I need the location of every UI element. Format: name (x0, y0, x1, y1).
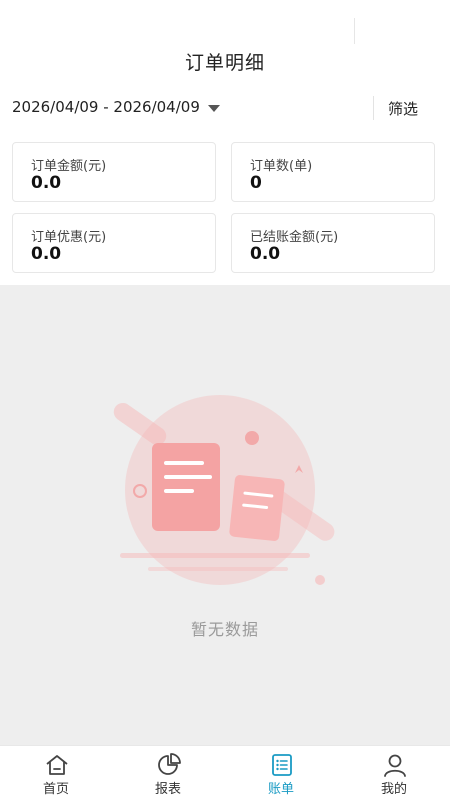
stat-label: 订单数(单) (250, 159, 313, 174)
stat-label: 已结账金额(元) (250, 230, 339, 245)
empty-state: 暂无数据 (0, 285, 450, 745)
tab-label: 我的 (380, 782, 407, 797)
stat-card-order-amount: 订单金额(元) 0.0 (12, 142, 216, 202)
filter-bar: 2026/04/09 - 2026/04/09 筛选 (0, 94, 450, 124)
tab-mine[interactable]: 我的 (338, 746, 450, 801)
stat-card-order-discount: 订单优惠(元) 0.0 (12, 213, 216, 273)
stat-value: 0.0 (31, 244, 62, 264)
home-icon (46, 755, 68, 775)
caret-down-icon (207, 104, 220, 112)
stat-label: 订单金额(元) (31, 159, 107, 174)
tab-bar: 首页 报表 账单 我的 (0, 745, 450, 800)
stat-value: 0 (250, 173, 262, 193)
stat-value: 0.0 (31, 173, 62, 193)
pie-chart-icon (158, 753, 181, 775)
empty-illustration (113, 395, 335, 585)
user-icon (384, 754, 406, 777)
date-range-text: 2026/04/09 - 2026/04/09 (12, 98, 200, 116)
tab-label: 报表 (154, 782, 181, 797)
tab-home[interactable]: 首页 (0, 746, 112, 801)
page-title: 订单明细 (184, 52, 265, 74)
stat-label: 订单优惠(元) (31, 230, 107, 245)
status-divider (354, 18, 355, 44)
tab-label: 账单 (267, 782, 294, 797)
stat-card-settled-amount: 已结账金额(元) 0.0 (231, 213, 435, 273)
filter-button[interactable]: 筛选 (388, 98, 418, 119)
stat-value: 0.0 (250, 244, 281, 264)
list-icon (272, 754, 292, 776)
tab-bills[interactable]: 账单 (225, 746, 337, 801)
tab-reports[interactable]: 报表 (112, 746, 224, 801)
date-range-selector[interactable]: 2026/04/09 - 2026/04/09 (12, 98, 220, 116)
stat-card-order-count: 订单数(单) 0 (231, 142, 435, 202)
header: 订单明细 (0, 0, 450, 90)
empty-text: 暂无数据 (190, 620, 259, 639)
tab-label: 首页 (42, 782, 69, 797)
divider (373, 96, 374, 120)
